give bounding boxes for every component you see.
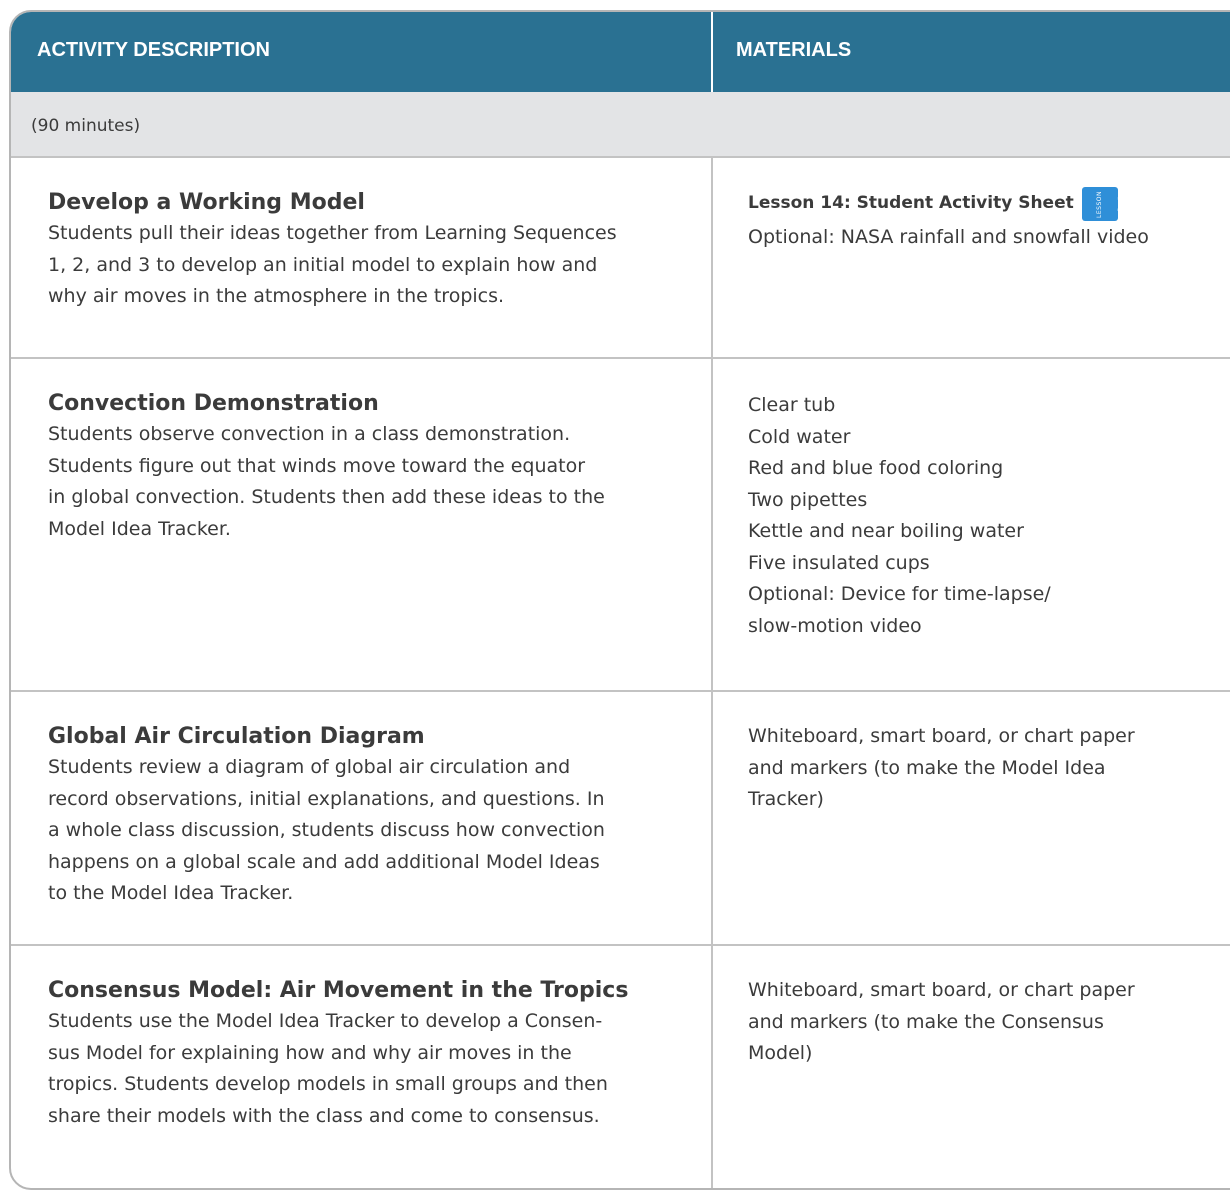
description-line: Model Idea Tracker. [48,517,231,540]
description-line: to the Model Idea Tracker. [48,882,294,904]
activity-description: Students use the Model Idea Tracker to d… [48,1006,673,1132]
lesson-badge-number: 14 [1116,190,1143,218]
header-activity-description: ACTIVITY DESCRIPTION [37,39,270,61]
activity-sheet-label[interactable]: Lesson 14: Student Activity Sheet [748,188,1074,220]
table-row: Consensus Model: Air Movement in the Tro… [11,946,1230,1188]
material-item: Optional: NASA rainfall and snowfall vid… [748,226,1149,248]
description-line: tropics. Students develop models in smal… [48,1073,608,1095]
description-line: a whole class discussion, students discu… [48,819,605,841]
activity-title: Consensus Model: Air Movement in the Tro… [48,978,629,1003]
table-row: Develop a Working Model Students pull th… [11,158,1230,359]
activity-description: Students review a diagram of global air … [48,752,673,910]
header-divider [711,12,713,92]
description-line: 1, 2, and 3 to develop an initial model … [48,253,598,276]
lesson-badge-tag: LESSON [1095,190,1103,218]
activity-description: Students pull their ideas together from … [48,218,673,313]
activity-cell: Convection Demonstration Students observ… [48,389,673,545]
material-item: Tracker) [748,788,824,810]
materials-cell: Clear tub Cold water Red and blue food c… [748,390,1228,642]
material-item: and markers (to make the Model Idea [748,756,1106,779]
material-item: Red and blue food coloring [748,457,1004,479]
materials-cell: Whiteboard, smart board, or chart paper … [748,975,1228,1070]
materials-cell: Lesson 14: Student Activity Sheet LESSON… [748,186,1228,254]
header-materials: MATERIALS [736,39,852,61]
activity-title: Develop a Working Model [48,190,365,215]
activity-description: Students observe convection in a class d… [48,419,673,545]
activity-title: Global Air Circulation Diagram [48,724,425,749]
table-row: Convection Demonstration Students observ… [11,359,1230,692]
material-item: and markers (to make the Consensus [748,1010,1104,1033]
material-item: Model) [748,1042,813,1064]
lesson-overview-table: ACTIVITY DESCRIPTION MATERIALS (90 minut… [9,10,1230,1190]
material-item: Kettle and near boiling water [748,520,1024,542]
description-line: Students use the Model Idea Tracker to d… [48,1010,603,1032]
description-line: Students review a diagram of global air … [48,756,571,778]
table-header: ACTIVITY DESCRIPTION MATERIALS [11,12,1230,92]
lesson-14-icon: LESSON 14 [1081,187,1143,221]
material-item: slow-motion video [748,614,922,637]
material-item: Cold water [748,425,851,448]
duration-row: (90 minutes) [11,92,1230,158]
description-line: Students observe convection in a class d… [48,423,571,445]
activity-title: Convection Demonstration [48,391,379,416]
material-item: Whiteboard, smart board, or chart paper [748,725,1135,747]
material-item: Clear tub [748,394,836,416]
description-line: Students figure out that winds move towa… [48,454,586,477]
description-line: why air moves in the atmosphere in the t… [48,285,505,307]
activity-cell: Consensus Model: Air Movement in the Tro… [48,976,673,1132]
description-line: happens on a global scale and add additi… [48,850,600,873]
material-item: Five insulated cups [748,551,930,574]
table-row: Global Air Circulation Diagram Students … [11,692,1230,946]
activity-sheet-link[interactable]: Lesson 14: Student Activity Sheet LESSON… [748,186,1228,222]
duration-label: (90 minutes) [31,116,141,136]
activity-cell: Global Air Circulation Diagram Students … [48,722,673,910]
materials-cell: Whiteboard, smart board, or chart paper … [748,721,1228,816]
description-line: share their models with the class and co… [48,1104,600,1127]
activity-cell: Develop a Working Model Students pull th… [48,188,673,313]
material-item: Two pipettes [748,488,868,511]
description-line: in global convection. Students then add … [48,486,605,508]
material-item: Whiteboard, smart board, or chart paper [748,979,1135,1001]
description-line: Students pull their ideas together from … [48,222,617,244]
material-item: Optional: Device for time-lapse/ [748,583,1051,605]
description-line: record observations, initial explanation… [48,787,605,810]
description-line: sus Model for explaining how and why air… [48,1041,572,1064]
